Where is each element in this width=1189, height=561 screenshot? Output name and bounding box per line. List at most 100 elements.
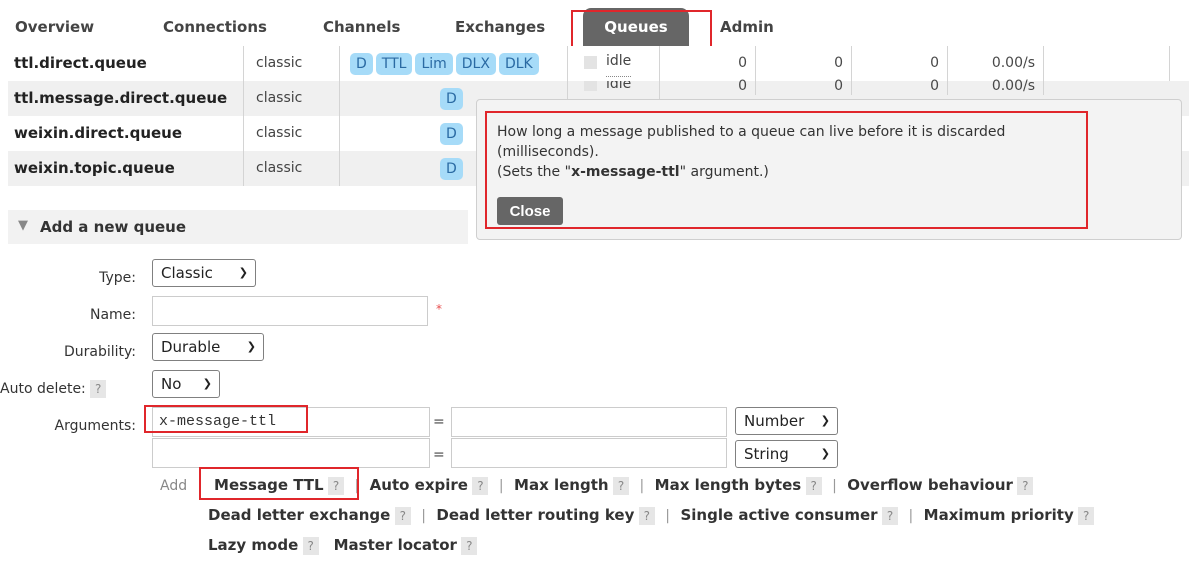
help-icon[interactable]: ? <box>461 537 478 555</box>
row-filler <box>1044 46 1170 81</box>
auto-delete-label: Auto delete: ? <box>0 380 146 398</box>
messages-total: 0 <box>852 46 948 81</box>
feature-badge-dlx: DLX <box>455 53 496 75</box>
option-auto-expire[interactable]: Auto expire <box>370 476 468 494</box>
table-row[interactable]: ttl.direct.queue classic D TTL Lim DLX DLK i… <box>8 46 1189 81</box>
state-indicator <box>584 81 597 91</box>
equals-sign: = <box>433 447 445 463</box>
feature-badge-ttl: TTL <box>375 53 413 75</box>
option-dead-letter-exchange[interactable]: Dead letter exchange <box>208 506 390 524</box>
feature-badge-dlk: DLK <box>498 53 539 75</box>
feature-badge-lim: Lim <box>415 53 453 75</box>
chevron-down-icon: ❯ <box>202 377 212 390</box>
argument-type-select[interactable]: Number ❯ <box>735 407 838 435</box>
option-overflow-behaviour[interactable]: Overflow behaviour <box>847 476 1013 494</box>
auto-delete-select[interactable]: No ❯ <box>152 370 220 398</box>
tooltip-argument-name: x-message-ttl <box>571 164 680 180</box>
argument-key-input[interactable] <box>152 438 430 468</box>
collapse-triangle-icon: ▼ <box>18 218 28 233</box>
tab-overview[interactable]: Overview <box>15 8 94 46</box>
queue-type: classic <box>244 46 340 81</box>
argument-value-input[interactable] <box>451 407 727 437</box>
name-input[interactable] <box>152 296 428 326</box>
option-dead-letter-routing-key[interactable]: Dead letter routing key <box>436 506 634 524</box>
help-icon[interactable]: ? <box>613 477 630 495</box>
required-marker: * <box>436 302 442 316</box>
queue-state: idle <box>568 46 660 81</box>
separator: | <box>665 508 671 524</box>
tab-exchanges[interactable]: Exchanges <box>455 8 545 46</box>
messages-unacked: 0 <box>756 46 852 81</box>
queue-name[interactable]: ttl.message.direct.queue <box>8 81 244 116</box>
chevron-down-icon: ❯ <box>820 447 830 460</box>
tooltip-line: How long a message published to a queue … <box>497 124 1006 140</box>
separator: | <box>908 508 914 524</box>
durability-select[interactable]: Durable ❯ <box>152 333 264 361</box>
nav-tabs: Overview Connections Channels Exchanges … <box>0 0 1189 46</box>
argument-type-value: String <box>744 445 789 463</box>
help-icon[interactable]: ? <box>472 477 489 495</box>
queue-type: classic <box>244 151 340 186</box>
messages-total: 0 <box>852 77 948 95</box>
tab-admin[interactable]: Admin <box>720 8 774 46</box>
type-select-value: Classic <box>161 264 213 282</box>
durability-label: Durability: <box>63 344 136 360</box>
durability-select-value: Durable <box>161 338 221 356</box>
tooltip-text: How long a message published to a queue … <box>497 122 1157 182</box>
state-text: idle <box>606 81 631 99</box>
option-max-length-bytes[interactable]: Max length bytes <box>655 476 802 494</box>
feature-badge-durable: D <box>440 123 463 145</box>
option-master-locator[interactable]: Master locator <box>334 536 457 554</box>
tab-channels[interactable]: Channels <box>323 8 400 46</box>
messages-ready: 0 <box>660 77 756 95</box>
chevron-down-icon: ❯ <box>820 414 830 427</box>
arguments-label: Arguments: <box>54 418 136 434</box>
type-label: Type: <box>99 270 136 286</box>
tab-queues[interactable]: Queues <box>583 8 689 46</box>
close-button[interactable]: Close <box>497 197 563 225</box>
separator: | <box>832 478 837 494</box>
help-icon[interactable]: ? <box>394 507 411 525</box>
state-indicator <box>584 56 597 69</box>
help-icon[interactable]: ? <box>805 477 822 495</box>
separator: | <box>498 478 504 494</box>
argument-key-input[interactable]: x-message-ttl <box>152 407 430 437</box>
queue-features: D TTL Lim DLX DLK <box>340 46 568 81</box>
type-select[interactable]: Classic ❯ <box>152 259 256 287</box>
queue-type: classic <box>244 116 340 151</box>
equals-sign: = <box>433 414 445 430</box>
tooltip-line: (milliseconds). <box>497 144 599 160</box>
help-icon[interactable]: ? <box>1078 507 1095 525</box>
queue-name[interactable]: weixin.direct.queue <box>8 116 244 151</box>
queue-type: classic <box>244 81 340 116</box>
separator: | <box>421 508 426 524</box>
messages-ready: 0 <box>660 46 756 81</box>
add-label: Add <box>160 478 188 494</box>
option-max-length[interactable]: Max length <box>514 476 609 494</box>
argument-type-select[interactable]: String ❯ <box>735 440 838 468</box>
queue-state: idle <box>568 81 660 99</box>
tab-connections[interactable]: Connections <box>163 8 267 46</box>
option-message-ttl[interactable]: Message TTL <box>214 476 324 494</box>
queue-name[interactable]: weixin.topic.queue <box>8 151 244 186</box>
section-title: Add a new queue <box>40 218 187 236</box>
help-icon[interactable]: ? <box>328 477 345 495</box>
name-label: Name: <box>89 307 136 323</box>
help-icon[interactable]: ? <box>90 380 107 398</box>
help-icon[interactable]: ? <box>302 537 319 555</box>
feature-badge-durable: D <box>440 158 463 180</box>
queue-name[interactable]: ttl.direct.queue <box>8 46 244 81</box>
option-single-active-consumer[interactable]: Single active consumer <box>680 506 877 524</box>
feature-badge-durable: D <box>350 53 373 75</box>
add-queue-section-header[interactable]: ▼ Add a new queue <box>8 210 468 244</box>
argument-value-input[interactable] <box>451 438 727 468</box>
feature-badge-durable: D <box>440 88 463 110</box>
help-icon[interactable]: ? <box>1017 477 1034 495</box>
tooltip-line: (Sets the "x-message-ttl" argument.) <box>497 164 769 180</box>
separator: | <box>639 478 645 494</box>
help-icon[interactable]: ? <box>882 507 899 525</box>
option-maximum-priority[interactable]: Maximum priority <box>924 506 1074 524</box>
help-icon[interactable]: ? <box>638 507 655 525</box>
state-text: idle <box>606 46 632 77</box>
option-lazy-mode[interactable]: Lazy mode <box>208 536 298 554</box>
